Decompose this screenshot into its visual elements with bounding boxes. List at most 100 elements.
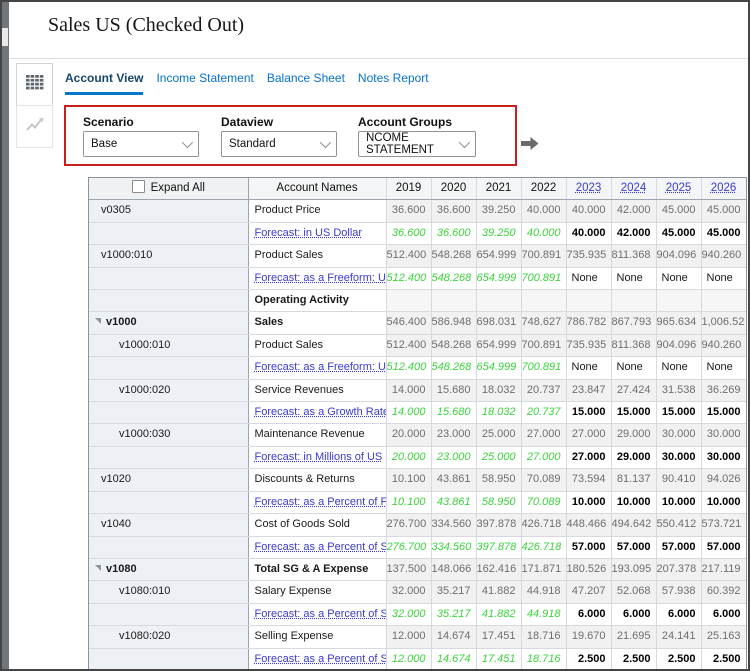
forecast-method-link[interactable]: Forecast: as a Percent of F xyxy=(255,492,386,513)
forecast-input-value[interactable]: 15.000 xyxy=(566,401,612,425)
account-code-cell: v1000:010 xyxy=(89,334,249,358)
forecast-input-value[interactable]: 6.000 xyxy=(566,603,612,627)
collapse-triangle-icon[interactable] xyxy=(95,318,101,325)
forecast-method-link[interactable]: Forecast: in US Dollar xyxy=(255,223,386,244)
forecast-historical-value: 17.451 xyxy=(476,648,522,669)
forecast-input-value[interactable]: 10.000 xyxy=(701,491,746,515)
account-groups-select[interactable]: NCOME STATEMENT xyxy=(358,131,476,157)
account-code-cell: v1080:020 xyxy=(89,625,249,649)
historical-value: 60.392 xyxy=(701,580,746,604)
forecast-input-value[interactable]: None xyxy=(611,356,657,380)
window-edge-scrollbar[interactable] xyxy=(2,2,9,669)
forecast-input-value[interactable]: 6.000 xyxy=(701,603,746,627)
forecast-input-value[interactable]: None xyxy=(701,356,746,380)
year-link-2024[interactable]: 2024 xyxy=(621,182,647,194)
forecast-input-value[interactable]: 27.000 xyxy=(566,446,612,470)
account-name-cell: Service Revenues xyxy=(248,379,387,403)
forecast-input-value[interactable]: 6.000 xyxy=(611,603,657,627)
forecast-input-value[interactable]: 2.500 xyxy=(566,648,612,669)
forecast-input-value[interactable]: None xyxy=(701,267,746,291)
forecast-input-value[interactable]: 57.000 xyxy=(566,536,612,559)
dataview-select[interactable]: Standard xyxy=(221,131,337,157)
forecast-input-value[interactable]: 57.000 xyxy=(701,536,746,559)
historical-value: 334.560 xyxy=(431,513,477,537)
forecast-input-value[interactable]: None xyxy=(611,267,657,291)
forecast-input-value[interactable]: 30.000 xyxy=(656,446,702,470)
forecast-method-link[interactable]: Forecast: as a Percent of S xyxy=(255,537,386,558)
historical-value: 207.378 xyxy=(656,558,702,582)
grid-view-button[interactable] xyxy=(16,63,53,106)
table-row: v1000:010 Product Sales 512.400 548.268 654.… xyxy=(89,334,746,358)
scrollbar-thumb[interactable] xyxy=(2,28,8,46)
historical-value: 19.670 xyxy=(566,625,612,649)
forecast-input-value[interactable]: 2.500 xyxy=(701,648,746,669)
historical-value: 44.918 xyxy=(521,580,567,604)
year-link-2026[interactable]: 2026 xyxy=(711,182,737,194)
go-arrow-button[interactable] xyxy=(521,137,539,155)
forecast-input-value[interactable]: None xyxy=(656,267,702,291)
historical-value: 548.268 xyxy=(431,334,477,358)
forecast-method-link[interactable]: Forecast: in Millions of US xyxy=(255,447,386,468)
forecast-historical-value: 36.600 xyxy=(386,222,432,246)
tab-balance-sheet[interactable]: Balance Sheet xyxy=(267,71,345,95)
value-cell xyxy=(566,289,612,313)
forecast-input-value[interactable]: None xyxy=(566,356,612,380)
historical-value: 36.269 xyxy=(701,379,746,403)
forecast-input-value[interactable]: 42.000 xyxy=(611,222,657,246)
forecast-method-link[interactable]: Forecast: as a Freeform: US Dollar xyxy=(255,268,386,289)
forecast-historical-value: 36.600 xyxy=(431,222,477,246)
year-header-2020: 2020 xyxy=(431,178,477,201)
historical-value: 94.026 xyxy=(701,468,746,492)
forecast-input-value[interactable]: 15.000 xyxy=(611,401,657,425)
forecast-input-value[interactable]: 2.500 xyxy=(656,648,702,669)
forecast-input-value[interactable]: 45.000 xyxy=(701,222,746,246)
forecast-input-value[interactable]: 15.000 xyxy=(701,401,746,425)
historical-value: 14.674 xyxy=(431,625,477,649)
tab-income-statement[interactable]: Income Statement xyxy=(156,71,253,95)
forecast-historical-value: 41.882 xyxy=(476,603,522,627)
historical-value: 748.627 xyxy=(521,311,567,335)
collapse-triangle-icon[interactable] xyxy=(95,564,101,571)
year-header-2023: 2023 xyxy=(566,178,612,201)
account-groups-value: NCOME STATEMENT xyxy=(366,132,434,156)
historical-value: 573.721 xyxy=(701,513,746,537)
forecast-input-value[interactable]: 10.000 xyxy=(656,491,702,515)
grid-icon xyxy=(25,74,44,95)
historical-value: 41.882 xyxy=(476,580,522,604)
forecast-input-value[interactable]: 10.000 xyxy=(611,491,657,515)
historical-value: 137.500 xyxy=(386,558,432,582)
tab-notes-report[interactable]: Notes Report xyxy=(358,71,429,95)
forecast-input-value[interactable]: 2.500 xyxy=(611,648,657,669)
forecast-input-value[interactable]: 30.000 xyxy=(701,446,746,470)
expand-all-checkbox[interactable] xyxy=(131,180,145,193)
forecast-input-value[interactable]: 10.000 xyxy=(566,491,612,515)
forecast-historical-value: 43.861 xyxy=(431,491,477,515)
forecast-method-link[interactable]: Forecast: as a Percent of S xyxy=(255,649,386,669)
forecast-input-value[interactable]: None xyxy=(566,267,612,291)
scenario-select[interactable]: Base xyxy=(83,131,199,157)
forecast-input-value[interactable]: 45.000 xyxy=(656,222,702,246)
forecast-method-link[interactable]: Forecast: as a Freeform: US Dollar xyxy=(255,357,386,378)
account-code-cell: v1000 xyxy=(89,311,249,335)
forecast-input-value[interactable]: None xyxy=(656,356,702,380)
year-link-2023[interactable]: 2023 xyxy=(576,182,602,194)
year-link-2025[interactable]: 2025 xyxy=(666,182,692,194)
account-name-cell: Forecast: as a Freeform: US Dollar xyxy=(248,356,387,380)
forecast-input-value[interactable]: 15.000 xyxy=(656,401,702,425)
forecast-input-value[interactable]: 57.000 xyxy=(611,536,657,559)
historical-value: 494.642 xyxy=(611,513,657,537)
account-name-cell: Forecast: as a Percent of F xyxy=(248,491,387,515)
forecast-method-link[interactable]: Forecast: as a Percent of S xyxy=(255,604,386,625)
account-name-cell: Cost of Goods Sold xyxy=(248,513,387,537)
chart-view-button[interactable] xyxy=(16,105,53,148)
forecast-input-value[interactable]: 6.000 xyxy=(656,603,702,627)
historical-value: 47.207 xyxy=(566,580,612,604)
forecast-historical-value: 654.999 xyxy=(476,267,522,291)
forecast-input-value[interactable]: 29.000 xyxy=(611,446,657,470)
forecast-method-link[interactable]: Forecast: as a Growth Rate xyxy=(255,402,386,423)
forecast-input-value[interactable]: 40.000 xyxy=(566,222,612,246)
tab-account-view[interactable]: Account View xyxy=(65,71,144,95)
forecast-input-value[interactable]: 57.000 xyxy=(656,536,702,559)
historical-value: 29.000 xyxy=(611,423,657,447)
dataview-value: Standard xyxy=(229,138,276,150)
